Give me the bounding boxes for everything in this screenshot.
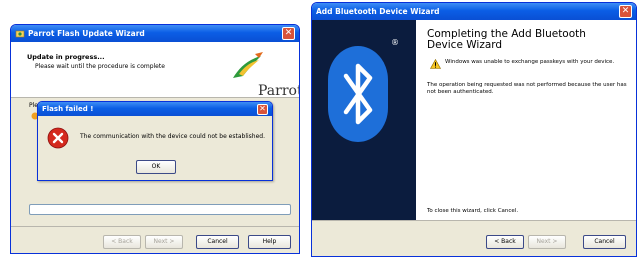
flash-dialog-titlebar[interactable]: Flash failed ! ✕	[38, 102, 272, 116]
footer-divider	[11, 226, 299, 227]
back-button[interactable]: < Back	[486, 235, 524, 249]
parrot-logo-icon	[233, 52, 263, 78]
warning-icon	[430, 59, 441, 69]
bluetooth-heading: Completing the Add Bluetooth Device Wiza…	[427, 29, 586, 51]
header-title: Update in progress...	[27, 53, 105, 61]
bluetooth-side-panel: ®	[312, 20, 416, 220]
close-hint: To close this wizard, click Cancel.	[427, 208, 519, 214]
header-subtitle: Please wait until the procedure is compl…	[35, 63, 165, 70]
progress-bar	[29, 204, 291, 215]
registered-mark: ®	[391, 38, 399, 47]
next-button[interactable]: Next >	[528, 235, 566, 249]
wizard-icon	[15, 30, 25, 37]
parrot-wizard-title: Parrot Flash Update Wizard	[28, 29, 145, 38]
next-button[interactable]: Next >	[145, 235, 183, 249]
back-button[interactable]: < Back	[103, 235, 141, 249]
close-icon[interactable]: ✕	[619, 5, 632, 18]
info-text: The operation being requested was not pe…	[427, 82, 627, 95]
parrot-logo-text: Parrot	[258, 83, 300, 99]
error-icon	[47, 127, 69, 149]
bluetooth-wizard-title: Add Bluetooth Device Wizard	[316, 7, 440, 16]
bluetooth-footer: < Back Next > Cancel	[312, 220, 636, 256]
cancel-button[interactable]: Cancel	[583, 235, 626, 249]
warning-text: Windows was unable to exchange passkeys …	[445, 59, 615, 65]
bluetooth-wizard-window: Add Bluetooth Device Wizard ✕ ® Completi…	[311, 2, 637, 257]
close-icon[interactable]: ✕	[257, 103, 268, 115]
close-icon[interactable]: ✕	[282, 27, 295, 40]
flash-failed-dialog: Flash failed ! ✕ The communication with …	[37, 101, 273, 181]
parrot-wizard-header: Update in progress... Please wait until …	[11, 42, 300, 99]
bluetooth-logo-icon	[328, 46, 388, 142]
parrot-wizard-titlebar[interactable]: Parrot Flash Update Wizard ✕	[11, 25, 299, 42]
bluetooth-wizard-titlebar[interactable]: Add Bluetooth Device Wizard ✕	[312, 3, 636, 20]
flash-dialog-message: The communication with the device could …	[80, 133, 266, 140]
ok-button[interactable]: OK	[136, 160, 176, 174]
cancel-button[interactable]: Cancel	[196, 235, 239, 249]
help-button[interactable]: Help	[248, 235, 291, 249]
heading-line-2: Device Wizard	[427, 39, 503, 51]
flash-dialog-title: Flash failed !	[42, 105, 94, 113]
